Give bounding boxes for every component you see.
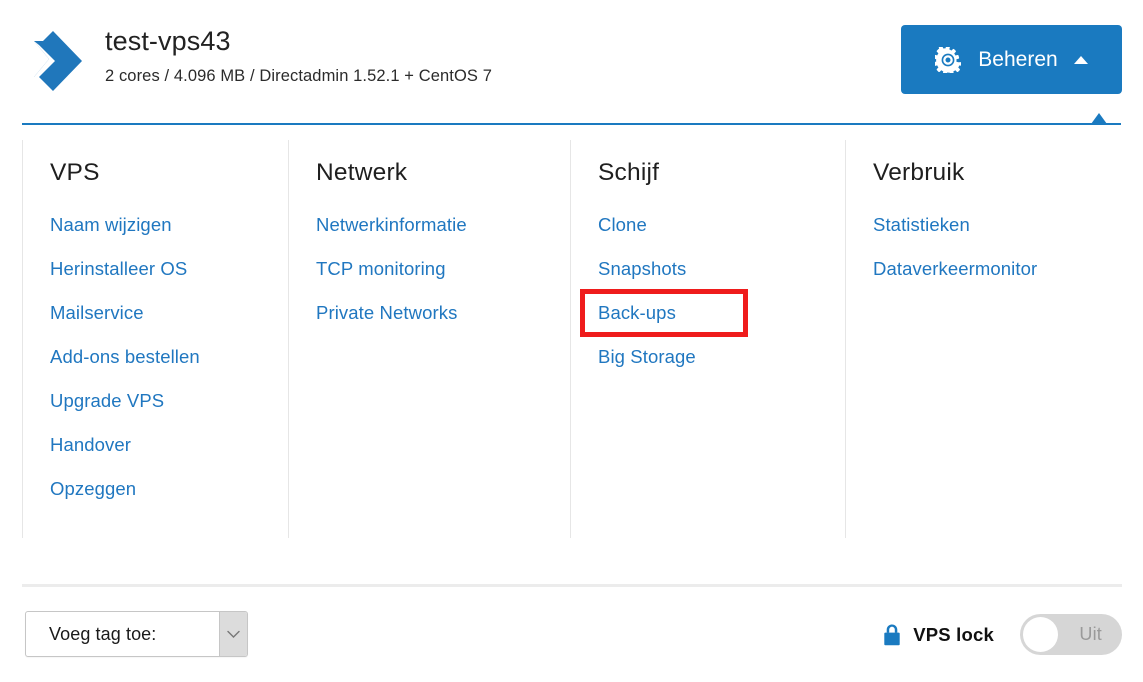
menu-list: Netwerkinformatie TCP monitoring Private… xyxy=(316,214,570,324)
transip-chevron-logo-icon xyxy=(22,29,84,93)
menu-item-opzeggen[interactable]: Opzeggen xyxy=(50,478,136,499)
menu-item-handover[interactable]: Handover xyxy=(50,434,131,455)
vps-lock-group: VPS lock Uit xyxy=(882,614,1122,655)
column-heading: Netwerk xyxy=(316,159,408,186)
vps-lock-label: VPS lock xyxy=(913,623,994,645)
menu-item-statistieken[interactable]: Statistieken xyxy=(873,214,970,235)
menu-item-snapshots[interactable]: Snapshots xyxy=(598,258,686,279)
page-header: test-vps43 2 cores / 4.096 MB / Directad… xyxy=(0,0,1143,125)
menu-item-dataverkeermonitor[interactable]: Dataverkeermonitor xyxy=(873,258,1037,279)
list-item: Big Storage xyxy=(598,346,845,368)
list-item: Statistieken xyxy=(873,214,1143,236)
menu-item-mailservice[interactable]: Mailservice xyxy=(50,302,144,323)
list-item: Mailservice xyxy=(50,302,288,324)
menu-item-tcp-monitoring[interactable]: TCP monitoring xyxy=(316,258,446,279)
header-divider xyxy=(22,123,1121,125)
caret-up-icon xyxy=(1073,55,1088,64)
dropdown-pointer-icon xyxy=(1091,113,1107,124)
manage-button[interactable]: Beheren xyxy=(901,25,1122,94)
menu-item-private-networks[interactable]: Private Networks xyxy=(316,302,457,323)
list-item: TCP monitoring xyxy=(316,258,570,280)
column-heading: VPS xyxy=(50,159,100,186)
list-item: Private Networks xyxy=(316,302,570,324)
column-heading: Verbruik xyxy=(873,159,965,186)
list-item: Upgrade VPS xyxy=(50,390,288,412)
list-item: Naam wijzigen xyxy=(50,214,288,236)
menu-column-vps: VPS Naam wijzigen Herinstalleer OS Mails… xyxy=(0,140,288,540)
menu-item-netwerkinformatie[interactable]: Netwerkinformatie xyxy=(316,214,467,235)
highlight-box: Back-ups xyxy=(580,289,748,337)
column-heading: Schijf xyxy=(598,159,660,186)
menu-list: Naam wijzigen Herinstalleer OS Mailservi… xyxy=(50,214,288,500)
list-item: Opzeggen xyxy=(50,478,288,500)
page-footer: Voeg tag toe: VPS lock Uit xyxy=(0,600,1143,682)
vps-specs: 2 cores / 4.096 MB / Directadmin 1.52.1 … xyxy=(105,67,492,85)
menu-column-schijf: Schijf Clone Snapshots Back-ups Big Stor… xyxy=(570,140,845,540)
list-item: Clone xyxy=(598,214,845,236)
menu-column-netwerk: Netwerk Netwerkinformatie TCP monitoring… xyxy=(288,140,570,540)
menu-list: Clone Snapshots Back-ups Big Storage xyxy=(580,214,845,368)
menu-item-upgrade-vps[interactable]: Upgrade VPS xyxy=(50,390,164,411)
footer-divider xyxy=(22,584,1122,587)
list-item: Dataverkeermonitor xyxy=(873,258,1143,280)
manage-menu-panel: VPS Naam wijzigen Herinstalleer OS Mails… xyxy=(0,140,1143,540)
gear-icon xyxy=(933,45,964,75)
lock-icon xyxy=(882,623,902,647)
list-item: Add-ons bestellen xyxy=(50,346,288,368)
menu-list: Statistieken Dataverkeermonitor xyxy=(873,214,1143,280)
vps-lock-toggle[interactable]: Uit xyxy=(1020,614,1122,655)
menu-item-add-ons-bestellen[interactable]: Add-ons bestellen xyxy=(50,346,200,367)
menu-item-big-storage[interactable]: Big Storage xyxy=(598,346,696,367)
toggle-knob xyxy=(1023,617,1058,652)
list-item: Back-ups xyxy=(580,289,845,337)
menu-column-verbruik: Verbruik Statistieken Dataverkeermonitor xyxy=(845,140,1143,540)
chevron-down-icon[interactable] xyxy=(219,612,247,656)
vps-identity: test-vps43 2 cores / 4.096 MB / Directad… xyxy=(105,24,492,87)
manage-button-label: Beheren xyxy=(978,47,1058,71)
menu-item-naam-wijzigen[interactable]: Naam wijzigen xyxy=(50,214,172,235)
list-item: Herinstalleer OS xyxy=(50,258,288,280)
vps-management-page: test-vps43 2 cores / 4.096 MB / Directad… xyxy=(0,0,1143,682)
add-tag-select[interactable]: Voeg tag toe: xyxy=(25,611,248,657)
menu-item-clone[interactable]: Clone xyxy=(598,214,647,235)
toggle-state-label: Uit xyxy=(1079,624,1102,644)
page-title: test-vps43 xyxy=(105,26,231,56)
add-tag-select-value: Voeg tag toe: xyxy=(49,623,157,644)
menu-item-back-ups[interactable]: Back-ups xyxy=(598,302,676,323)
list-item: Netwerkinformatie xyxy=(316,214,570,236)
list-item: Handover xyxy=(50,434,288,456)
menu-item-herinstalleer-os[interactable]: Herinstalleer OS xyxy=(50,258,187,279)
list-item: Snapshots xyxy=(598,258,845,280)
